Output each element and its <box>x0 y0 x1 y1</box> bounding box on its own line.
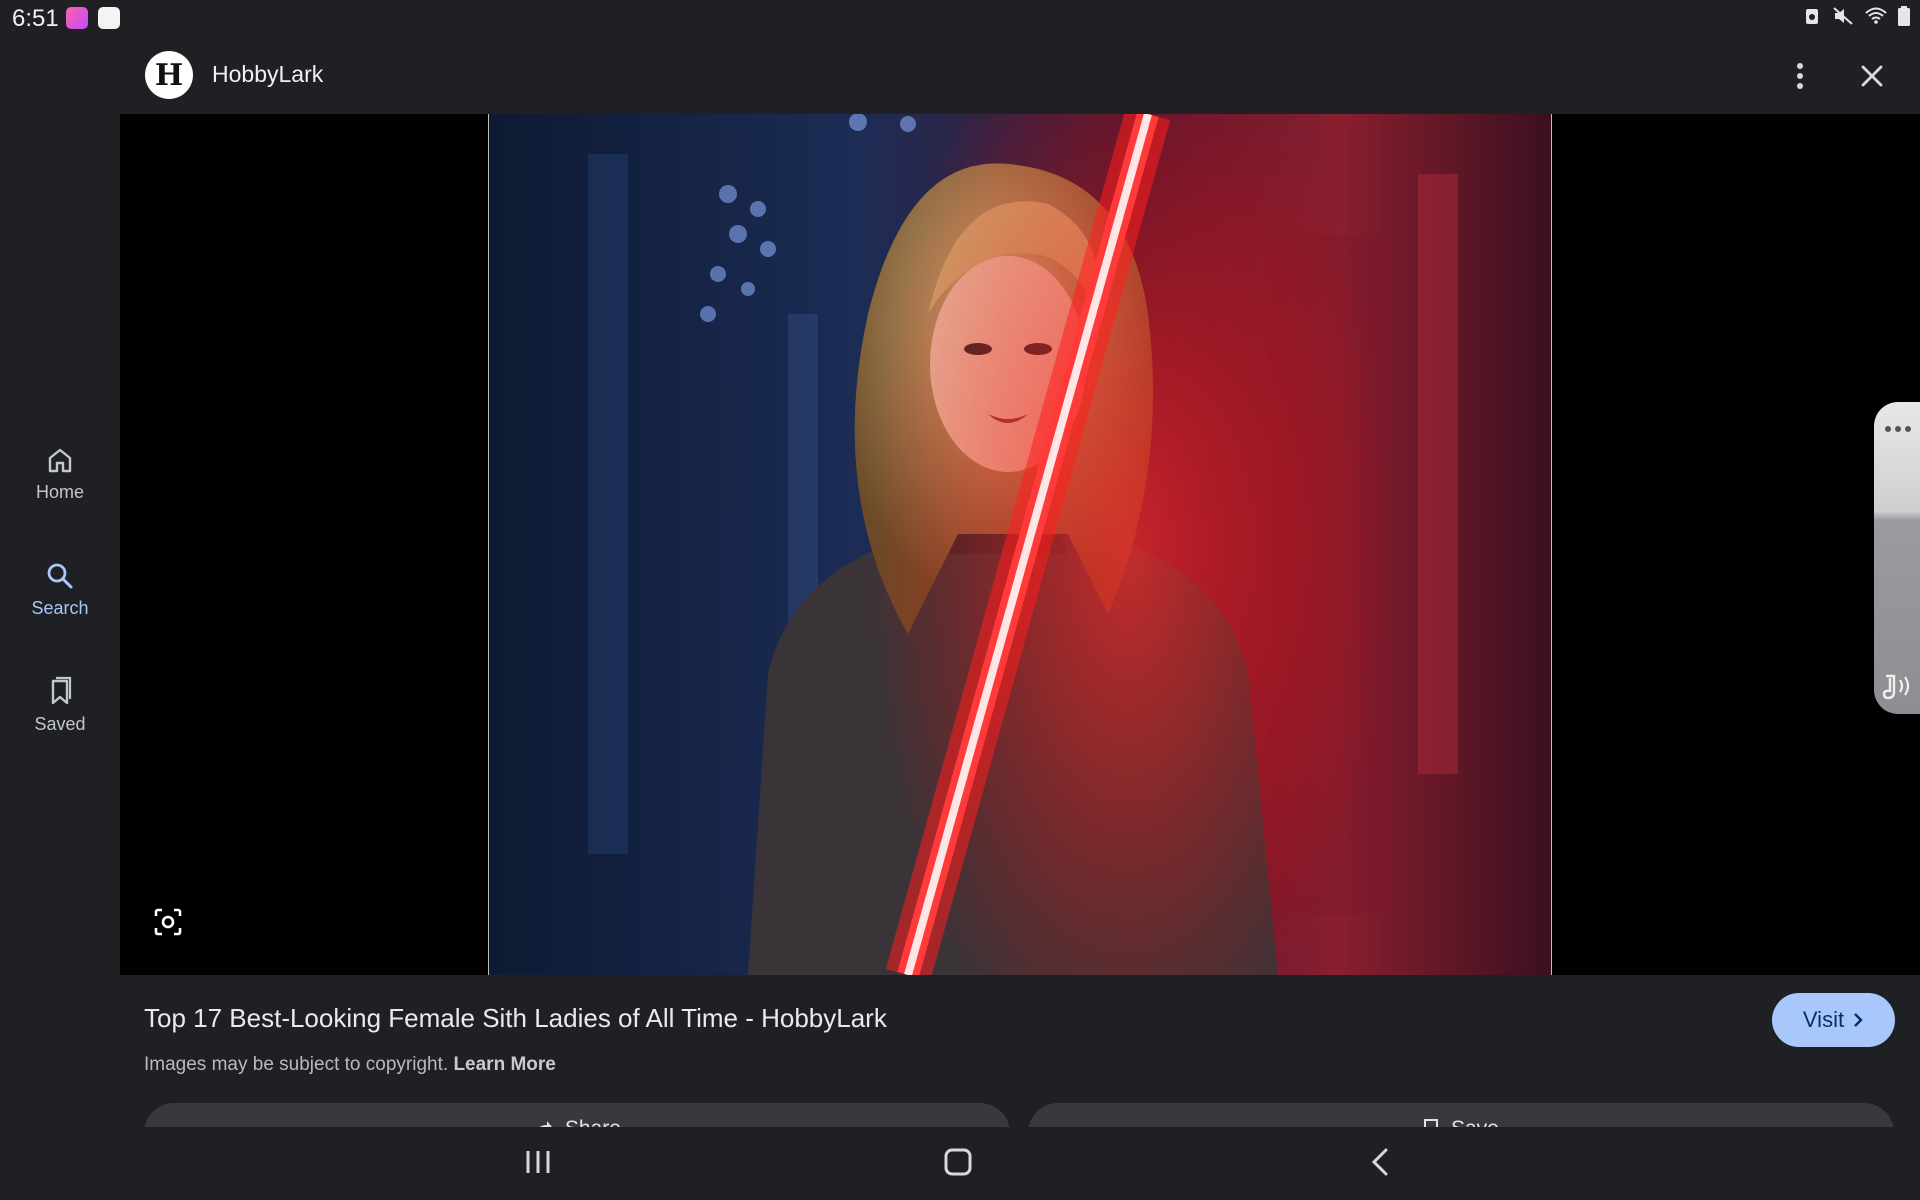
chevron-right-icon <box>1854 1013 1863 1027</box>
nav-label-saved: Saved <box>34 714 86 734</box>
app-notification-icon <box>66 7 88 29</box>
copyright-notice: Images may be subject to copyright. Lear… <box>144 1054 556 1076</box>
site-logo[interactable]: H <box>145 51 193 99</box>
wifi-icon <box>1865 7 1887 24</box>
result-title: Top 17 Best-Looking Female Sith Ladies o… <box>144 1003 887 1033</box>
s-app-notification-icon <box>98 7 120 29</box>
search-icon <box>47 563 73 589</box>
status-icons <box>1802 6 1910 26</box>
site-name[interactable]: HobbyLark <box>212 61 323 88</box>
bookmark-icon <box>51 676 72 705</box>
side-navigation: Home Search Saved <box>0 36 120 1124</box>
logo-letter: H <box>154 58 184 93</box>
home-button[interactable] <box>943 1147 973 1182</box>
mute-icon <box>1833 7 1853 25</box>
back-button[interactable] <box>1366 1147 1396 1182</box>
close-icon <box>1861 65 1883 87</box>
nav-label-search: Search <box>31 598 89 618</box>
lens-icon <box>154 908 182 936</box>
system-navigation-bar <box>0 1127 1920 1200</box>
visit-button[interactable]: Visit <box>1772 993 1895 1047</box>
recent-apps-button[interactable] <box>523 1147 553 1182</box>
nav-item-search[interactable]: Search <box>0 560 120 619</box>
battery-icon <box>1898 6 1910 26</box>
result-image-artwork <box>488 114 1552 975</box>
audio-icon <box>1882 674 1910 700</box>
nav-label-home: Home <box>35 482 84 502</box>
image-viewer <box>120 114 1920 975</box>
back-chevron-icon <box>1371 1148 1388 1176</box>
status-bar: 6:51 <box>0 0 1920 36</box>
home-icon <box>48 448 72 473</box>
learn-more-link[interactable]: Learn More <box>453 1054 555 1075</box>
close-button[interactable] <box>1850 54 1894 98</box>
nav-item-saved[interactable]: Saved <box>0 676 120 735</box>
status-time: 6:51 <box>12 5 59 32</box>
more-horiz-icon <box>1885 426 1911 432</box>
viewer-header: H HobbyLark <box>120 36 1920 114</box>
nav-item-home[interactable]: Home <box>0 444 120 503</box>
home-square-icon <box>944 1148 972 1176</box>
google-lens-button[interactable] <box>148 902 188 942</box>
recents-icon <box>526 1151 550 1173</box>
more-options-button[interactable] <box>1780 56 1820 96</box>
alarm-icon <box>1806 9 1818 24</box>
result-image[interactable] <box>488 114 1552 975</box>
copyright-text: Images may be subject to copyright. <box>144 1054 449 1075</box>
edge-panel-handle[interactable] <box>1874 402 1920 714</box>
visit-label: Visit <box>1802 1007 1845 1032</box>
more-vert-icon <box>1797 63 1803 89</box>
